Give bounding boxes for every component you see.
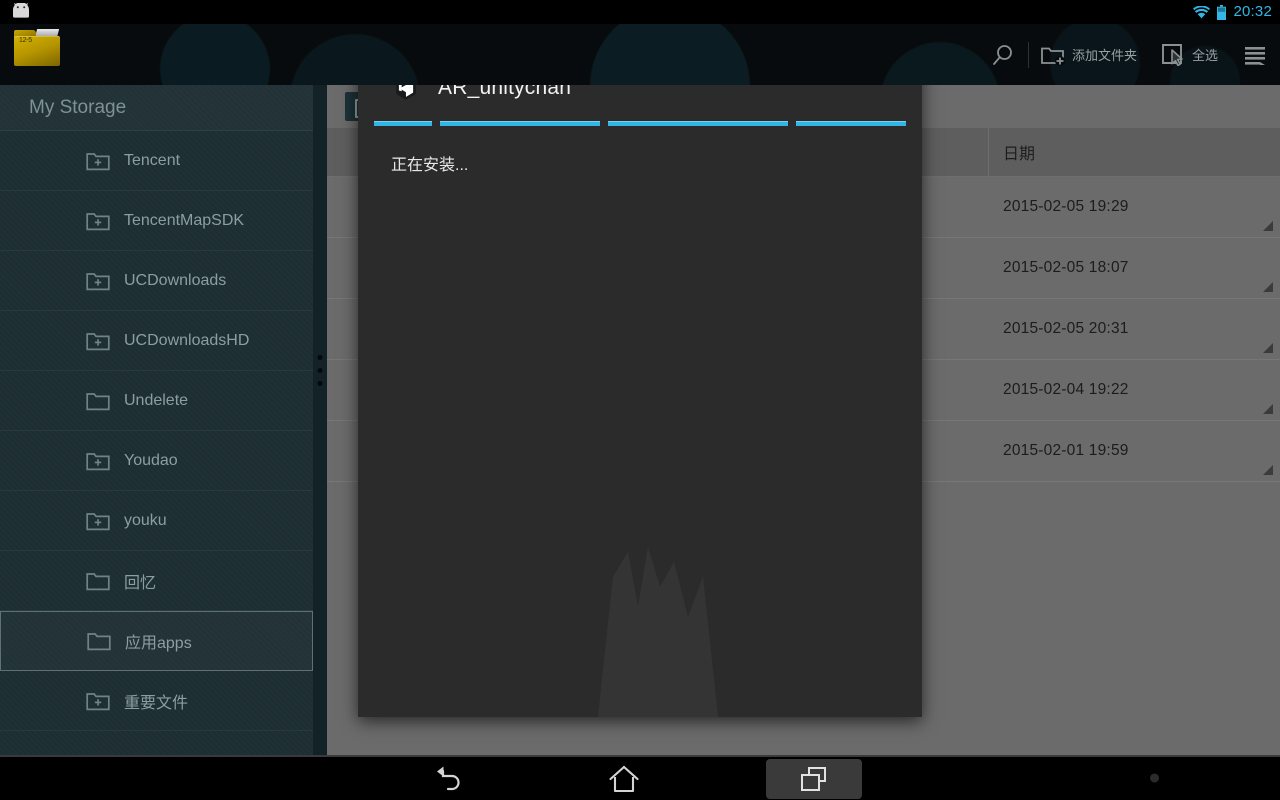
sidebar-item-label: Youdao (124, 451, 178, 469)
progress-segment (796, 121, 906, 126)
bokeh-decoration (290, 34, 420, 85)
folder-add-icon (76, 331, 120, 351)
row-date: 2015-02-05 18:07 (1003, 259, 1129, 276)
folder-add-icon (76, 211, 120, 231)
sidebar-item-ucdownloads[interactable]: UCDownloads (0, 251, 313, 311)
back-arrow-icon (437, 766, 460, 790)
recents-icon (801, 766, 826, 791)
progress-segment (374, 121, 432, 126)
sidebar-item-label: TencentMapSDK (124, 211, 245, 229)
nav-back-button[interactable] (418, 757, 482, 800)
row-corner-marker (1263, 282, 1273, 292)
menu-button[interactable] (1230, 24, 1280, 85)
sidebar-item-label: UCDownloads (124, 271, 227, 289)
nav-home-button[interactable] (592, 757, 656, 800)
install-progress-bar (358, 121, 922, 126)
folder-add-icon (76, 511, 120, 531)
row-corner-marker (1263, 465, 1273, 475)
android-robot-icon (13, 3, 29, 18)
row-corner-marker (1263, 404, 1273, 414)
row-date: 2015-02-05 19:29 (1003, 198, 1129, 215)
add-folder-label: 添加文件夹 (1071, 48, 1137, 63)
folder-add-icon (76, 691, 120, 711)
add-folder-icon (1041, 47, 1065, 66)
folder-add-icon (76, 151, 120, 171)
sidebar-item-label: 回忆 (124, 574, 157, 592)
sidebar-item-undelete[interactable]: Undelete (0, 371, 313, 431)
sidebar-item-tencentmapsdk[interactable]: TencentMapSDK (0, 191, 313, 251)
progress-segment (608, 121, 788, 126)
wifi-icon (1193, 5, 1211, 18)
row-date: 2015-02-04 19:22 (1003, 381, 1129, 398)
list-menu-icon (1245, 46, 1265, 65)
sidebar-item-youku[interactable]: youku (0, 491, 313, 551)
column-header-date: 日期 (1003, 146, 1036, 163)
folder-icon (76, 391, 120, 411)
sidebar-item-huiyi[interactable]: 回忆 (0, 551, 313, 611)
battery-icon (1217, 4, 1227, 20)
select-all-icon (1162, 44, 1183, 66)
nav-buttons (0, 757, 1280, 800)
status-icons: 20:32 (1193, 0, 1272, 24)
progress-gap (600, 121, 608, 126)
row-date: 2015-02-01 19:59 (1003, 442, 1129, 459)
install-progress-dialog: AR_unitychan 正在安装... (358, 55, 922, 717)
search-icon (993, 44, 1012, 65)
progress-gap (432, 121, 440, 126)
storage-sidebar: My Storage Tencent TencentMapSDK UCDownl… (0, 85, 313, 755)
dialog-message: 正在安装... (391, 157, 469, 174)
app-top-bar: 添加文件夹 全选 (0, 24, 1280, 85)
system-navigation-bar (0, 755, 1280, 800)
file-manager-app-icon[interactable]: 12-5 (14, 28, 60, 66)
select-all-label: 全选 (1191, 48, 1218, 63)
folder-icon (76, 571, 120, 591)
home-icon (609, 765, 639, 792)
row-corner-marker (1263, 221, 1273, 231)
add-folder-button[interactable]: 添加文件夹 (1029, 24, 1149, 85)
row-date: 2015-02-05 20:31 (1003, 320, 1129, 337)
sidebar-item-label: Undelete (124, 391, 189, 409)
sidebar-item-youdao[interactable]: Youdao (0, 431, 313, 491)
folder-add-icon (76, 451, 120, 471)
sidebar-item-tencent[interactable]: Tencent (0, 131, 313, 191)
nav-status-dot (1150, 773, 1159, 782)
progress-gap (788, 121, 796, 126)
progress-segment (440, 121, 600, 126)
sidebar-list: Tencent TencentMapSDK UCDownloads UCDown… (0, 131, 313, 731)
sidebar-item-ucdownloadshd[interactable]: UCDownloadsHD (0, 311, 313, 371)
dialog-watermark (598, 547, 718, 717)
nav-recents-button[interactable] (766, 758, 862, 799)
select-all-button[interactable]: 全选 (1149, 24, 1230, 85)
sidebar-item-important-files[interactable]: 重要文件 (0, 671, 313, 731)
sidebar-item-label: Tencent (124, 151, 181, 169)
folder-icon (77, 631, 121, 651)
system-status-bar: 20:32 (0, 0, 1280, 24)
sidebar-item-apps[interactable]: 应用apps (0, 611, 313, 671)
sidebar-item-label: youku (124, 511, 167, 529)
toolbar-actions: 添加文件夹 全选 (978, 24, 1280, 85)
sidebar-item-label: 应用apps (125, 635, 192, 652)
search-button[interactable] (978, 24, 1028, 85)
row-corner-marker (1263, 343, 1273, 353)
sidebar-resize-handle[interactable] (313, 85, 327, 755)
drag-dots-icon (317, 355, 323, 386)
column-divider (988, 128, 989, 176)
bokeh-decoration (160, 24, 270, 85)
bokeh-decoration (590, 24, 750, 85)
status-clock: 20:32 (1233, 3, 1272, 20)
sidebar-item-label: UCDownloadsHD (124, 331, 250, 349)
android-tablet-screen: 添加文件夹 全选 12-5 日期 2015-02-05 19:29 2015-0… (0, 0, 1280, 800)
sidebar-title: My Storage (0, 85, 313, 131)
sidebar-item-label: 重要文件 (124, 694, 189, 712)
app-icon-text: 12-5 (19, 37, 32, 44)
folder-add-icon (76, 271, 120, 291)
